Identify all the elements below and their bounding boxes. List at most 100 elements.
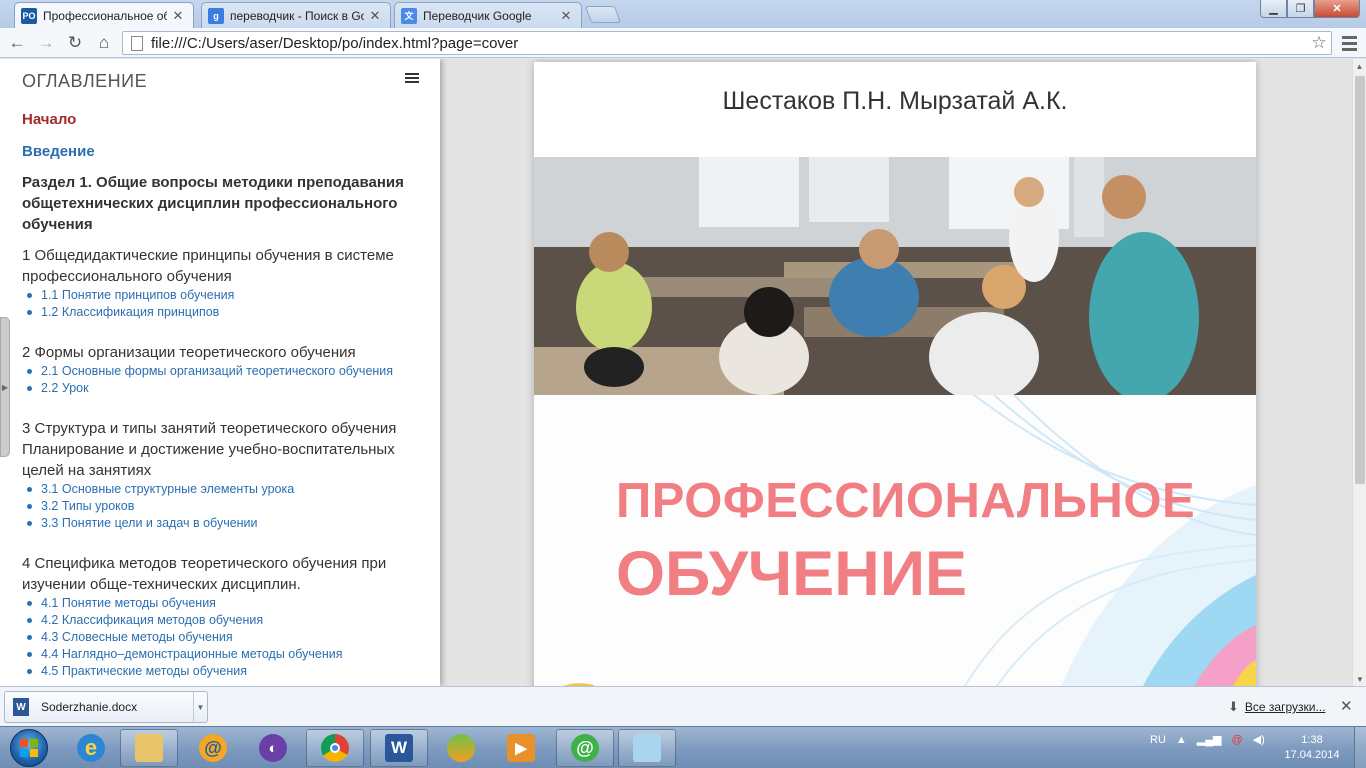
taskbar-chrome[interactable] — [306, 729, 364, 767]
toc-link[interactable]: 4.1 Понятие методы обучения — [22, 595, 414, 612]
chapter-list: 4.1 Понятие методы обучения 4.2 Классифи… — [22, 595, 414, 680]
tab-title: Профессиональное обуч — [43, 8, 167, 23]
toc-chapter: 4 Специфика методов теоретического обуче… — [22, 553, 414, 680]
toc-link-start[interactable]: Начало — [22, 111, 414, 128]
tab-google-translate[interactable]: 文 Переводчик Google ✕ — [394, 2, 582, 28]
mail-tray-icon[interactable]: @ — [1232, 734, 1243, 746]
toc-link[interactable]: 3.2 Типы уроков — [22, 498, 414, 515]
volume-icon[interactable]: ◀) — [1253, 733, 1265, 746]
download-item[interactable]: W Soderzhanie.docx ▼ — [4, 691, 208, 723]
maximize-button[interactable]: ❐ — [1287, 0, 1314, 18]
new-tab-button[interactable] — [584, 6, 622, 23]
taskbar-media-player[interactable]: ▶ — [492, 729, 550, 767]
home-button[interactable]: ⌂ — [93, 32, 115, 54]
toc-link[interactable]: 3.3 Понятие цели и задач в обучении — [22, 515, 414, 532]
translate-favicon-icon: 文 — [401, 7, 417, 24]
all-downloads-link[interactable]: ⬇ Все загрузки... — [1228, 699, 1325, 715]
chapter-list: 2.1 Основные формы организаций теоретиче… — [22, 363, 414, 397]
tab-close-icon[interactable]: ✕ — [368, 8, 382, 24]
toc-link[interactable]: 2.1 Основные формы организаций теоретиче… — [22, 363, 414, 380]
toc-link[interactable]: 1.2 Классификация принципов — [22, 304, 414, 321]
close-window-button[interactable]: ✕ — [1314, 0, 1360, 18]
classroom-photo-drawing — [534, 157, 1256, 395]
word-icon: W — [385, 734, 413, 762]
taskbar-calculator[interactable] — [432, 729, 490, 767]
scroll-up-icon[interactable]: ▲ — [1353, 59, 1366, 73]
language-indicator[interactable]: RU — [1150, 734, 1166, 746]
clock-time: 1:38 — [1301, 734, 1323, 746]
saturn-icon: ◐ — [259, 734, 287, 762]
clock-date: 17.04.2014 — [1284, 749, 1340, 761]
chapter-title[interactable]: 2 Формы организации теоретического обуче… — [22, 342, 414, 363]
start-button[interactable] — [3, 728, 55, 768]
tab-title: Переводчик Google — [423, 8, 532, 23]
toc-link[interactable]: 4.5 Практические методы обучения — [22, 663, 414, 680]
forward-button[interactable]: → — [35, 32, 57, 54]
chevron-down-icon[interactable]: ▼ — [193, 692, 207, 722]
taskbar-mail-agent[interactable]: @ — [184, 729, 242, 767]
calculator-icon — [447, 734, 475, 762]
star-icon[interactable]: ☆ — [1307, 33, 1331, 53]
table-of-contents: ОГЛАВЛЕНИЕ Начало Введение Раздел 1. Общ… — [0, 59, 440, 686]
tab-professional-training[interactable]: PO Профессиональное обуч ✕ — [14, 2, 194, 28]
vertical-scrollbar[interactable]: ▲ ▼ — [1352, 59, 1366, 686]
cover-title-line2: ОБУЧЕНИЕ — [616, 539, 967, 609]
toc-chapter: 3 Структура и типы занятий теоретическог… — [22, 418, 414, 532]
url-input[interactable] — [151, 34, 1307, 52]
taskbar-word[interactable]: W — [370, 729, 428, 767]
toc-link[interactable]: 4.2 Классификация методов обучения — [22, 612, 414, 629]
arrow-right-icon: → — [37, 33, 55, 52]
toc-link[interactable]: 4.3 Словесные методы обучения — [22, 629, 414, 646]
tab-close-icon[interactable]: ✕ — [559, 8, 573, 24]
toc-link[interactable]: 3.1 Основные структурные элементы урока — [22, 481, 414, 498]
internet-explorer-icon: e — [77, 734, 105, 762]
google-favicon-icon: g — [208, 7, 224, 24]
page-viewport: ОГЛАВЛЕНИЕ Начало Введение Раздел 1. Общ… — [0, 59, 1352, 686]
toc-chapter: 2 Формы организации теоретического обуче… — [22, 342, 414, 397]
system-tray: RU ▲ ▂▄▆ @ ◀) — [1150, 733, 1265, 747]
chapter-title[interactable]: 4 Специфика методов теоретического обуче… — [22, 553, 414, 595]
toc-section-heading[interactable]: Раздел 1. Общие вопросы методики препода… — [22, 172, 414, 235]
hamburger-menu-icon[interactable] — [405, 71, 419, 85]
tray-expand-icon[interactable]: ▲ — [1176, 734, 1187, 746]
toc-link-intro[interactable]: Введение — [22, 143, 414, 160]
scrollbar-thumb[interactable] — [1355, 76, 1365, 484]
scroll-down-icon[interactable]: ▼ — [1353, 672, 1366, 686]
classroom-photo — [534, 157, 1256, 395]
download-icon: ⬇ — [1228, 699, 1239, 714]
browser-toolbar: ← → ↻ ⌂ ☆ — [0, 28, 1366, 58]
show-desktop-button[interactable] — [1354, 727, 1366, 768]
toc-link[interactable]: 1.1 Понятие принципов обучения — [22, 287, 414, 304]
word-document-icon: W — [13, 698, 29, 716]
system-clock[interactable]: 1:38 17.04.2014 — [1272, 733, 1352, 763]
chrome-icon — [321, 734, 349, 762]
icq-agent-icon: @ — [571, 734, 599, 762]
taskbar-saturn[interactable]: ◐ — [244, 729, 302, 767]
sidebar-toggle-handle[interactable]: ▶ — [0, 317, 10, 457]
back-button[interactable]: ← — [6, 32, 28, 54]
network-icon[interactable]: ▂▄▆ — [1197, 733, 1222, 746]
minimize-button[interactable]: ▁ — [1260, 0, 1287, 18]
chapter-title[interactable]: 3 Структура и типы занятий теоретическог… — [22, 418, 414, 481]
toc-link[interactable]: 4.4 Наглядно–демонстрационные методы обу… — [22, 646, 414, 663]
tab-translator-search[interactable]: g переводчик - Поиск в Goo ✕ — [201, 2, 391, 28]
chapter-list: 1.1 Понятие принципов обучения 1.2 Класс… — [22, 287, 414, 321]
reload-button[interactable]: ↻ — [64, 32, 86, 54]
taskbar-notepad[interactable] — [618, 729, 676, 767]
mail-agent-icon: @ — [199, 734, 227, 762]
close-shelf-icon[interactable]: ✕ — [1340, 697, 1353, 715]
taskbar-icq-agent[interactable]: @ — [556, 729, 614, 767]
taskbar-file-explorer[interactable] — [120, 729, 178, 767]
tab-title: переводчик - Поиск в Goo — [230, 8, 364, 23]
chrome-menu-button[interactable] — [1338, 32, 1360, 54]
download-shelf: W Soderzhanie.docx ▼ ⬇ Все загрузки... ✕ — [0, 686, 1366, 726]
toc-link[interactable]: 2.2 Урок — [22, 380, 414, 397]
taskbar-internet-explorer[interactable]: e — [62, 729, 120, 767]
download-file-name: Soderzhanie.docx — [41, 700, 138, 714]
address-bar[interactable]: ☆ — [122, 31, 1332, 55]
toc-title: ОГЛАВЛЕНИЕ — [22, 71, 148, 91]
media-player-icon: ▶ — [507, 734, 535, 762]
notepad-icon — [633, 734, 661, 762]
chapter-title[interactable]: 1 Общедидактические принципы обучения в … — [22, 245, 414, 287]
tab-close-icon[interactable]: ✕ — [171, 8, 185, 24]
